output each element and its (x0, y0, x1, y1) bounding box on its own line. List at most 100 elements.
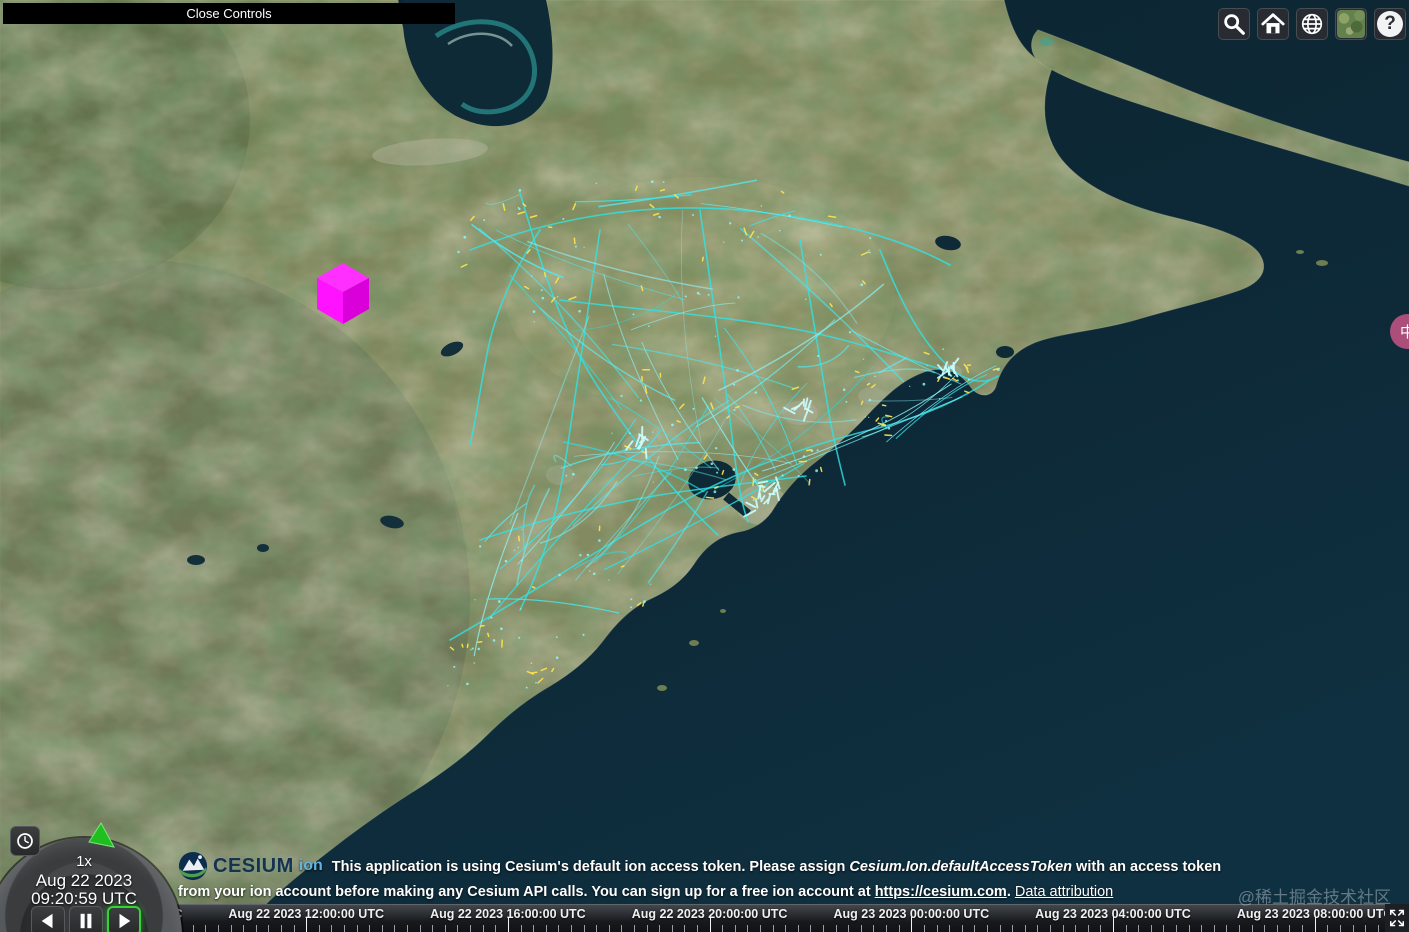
timeline-tick (470, 925, 472, 932)
timeline-tick (696, 925, 698, 932)
timeline-tick (747, 925, 749, 932)
fullscreen-button[interactable] (1385, 904, 1409, 932)
timeline-tick (1377, 925, 1379, 932)
timeline-tick (1251, 925, 1253, 932)
clock-icon (17, 833, 33, 849)
timeline-tick (999, 925, 1001, 932)
credit-text-3: . (1006, 884, 1015, 900)
timeline-tick (1138, 925, 1140, 932)
timeline-tick (1289, 925, 1291, 932)
timeline-tick (1339, 925, 1341, 932)
timeline-tick (684, 925, 686, 932)
timeline-tick (1113, 917, 1114, 932)
data-attribution-link[interactable]: Data attribution (1015, 884, 1113, 900)
timeline-tick (268, 925, 270, 932)
scene-mode-button[interactable] (1296, 8, 1328, 40)
timeline-tick (1125, 925, 1127, 932)
timeline-tick (243, 925, 245, 932)
fullscreen-icon (1390, 909, 1404, 927)
animation-speed: 1x (76, 853, 92, 870)
timeline-tick (886, 925, 888, 932)
search-button[interactable] (1218, 8, 1250, 40)
shuttle-ring-pointer-icon[interactable] (86, 822, 116, 850)
cesium-wordmark: CESIUM (213, 855, 294, 877)
watermark: @稀土掘金技术社区 (1237, 888, 1391, 907)
timeline-tick (1037, 925, 1039, 932)
timeline-tick (974, 925, 976, 932)
search-icon (1224, 14, 1245, 35)
timeline-tick (1302, 925, 1304, 932)
timeline-tick (432, 925, 434, 932)
timeline-tick (810, 925, 812, 932)
timeline-tick (671, 925, 673, 932)
globe-icon (1301, 13, 1323, 35)
cesium-viewer: Close Controls ? 中 CESIUM ion This appli… (0, 0, 1409, 932)
timeline-tick (558, 925, 560, 932)
magenta-box-entity[interactable] (315, 262, 371, 326)
timeline-tick (457, 925, 459, 932)
timeline-tick (1176, 925, 1178, 932)
timeline-tick (1264, 925, 1266, 932)
timeline-tick (848, 925, 850, 932)
timeline-tick (911, 917, 913, 932)
timeline-tick (407, 925, 409, 932)
timeline-tick (306, 917, 308, 932)
timeline-tick (873, 925, 875, 932)
home-icon (1261, 13, 1285, 34)
timeline-tick (659, 925, 661, 932)
timeline-tick (1012, 925, 1014, 932)
timeline-tick (545, 925, 547, 932)
close-controls-button[interactable]: Close Controls (3, 3, 455, 24)
timeline-tick (1188, 925, 1190, 932)
pause-button[interactable] (69, 906, 103, 932)
realtime-clock-button[interactable] (10, 826, 40, 856)
timeline-tick (520, 925, 522, 932)
base-layer-picker-button[interactable] (1335, 8, 1367, 40)
timeline-tick (1100, 925, 1102, 932)
timeline-tick (1239, 925, 1241, 932)
animation-date: Aug 22 2023 (35, 871, 133, 890)
timeline-tick (596, 925, 598, 932)
timeline-tick (621, 925, 623, 932)
play-reverse-icon (41, 913, 53, 929)
timeline-tick (734, 925, 736, 932)
timeline-tick (646, 925, 648, 932)
timeline-tick (533, 925, 535, 932)
timeline-tick (923, 925, 925, 932)
play-forward-button[interactable] (107, 906, 141, 932)
credit-bar: CESIUM ion This application is using Ces… (178, 851, 1230, 903)
play-reverse-button[interactable] (31, 906, 65, 932)
timeline-tick (1075, 925, 1077, 932)
timeline-tick (949, 925, 951, 932)
timeline-tick (344, 925, 346, 932)
timeline-tick (986, 925, 988, 932)
timeline-tick (722, 925, 724, 932)
timeline-tick (318, 925, 320, 932)
timeline-tick (860, 925, 862, 932)
timeline-tick (331, 925, 333, 932)
help-icon: ? (1377, 11, 1403, 37)
timeline-tick (293, 925, 295, 932)
imagery-thumbnail (1337, 10, 1365, 38)
playback-controls (31, 906, 141, 932)
timeline-tick (583, 925, 585, 932)
pause-icon (80, 913, 92, 929)
cesium-com-link[interactable]: https://cesium.com (875, 884, 1007, 900)
timeline-tick (961, 925, 963, 932)
timeline-tick (1226, 925, 1228, 932)
play-forward-icon (119, 913, 131, 929)
timeline-tick (709, 917, 711, 932)
credit-token-name: Cesium.Ion.defaultAccessToken (849, 859, 1073, 875)
timeline-tick (1024, 925, 1026, 932)
home-button[interactable] (1257, 8, 1289, 40)
timeline-tick (230, 925, 232, 932)
timeline-tick (1276, 925, 1278, 932)
timeline-tick (936, 925, 938, 932)
help-button[interactable]: ? (1374, 8, 1406, 40)
timeline-tick (1352, 925, 1354, 932)
timeline-tick (1365, 925, 1367, 932)
timeline-tick (1213, 925, 1215, 932)
timeline-tick (356, 925, 358, 932)
timeline-tick (772, 925, 774, 932)
timeline-tick (280, 925, 282, 932)
